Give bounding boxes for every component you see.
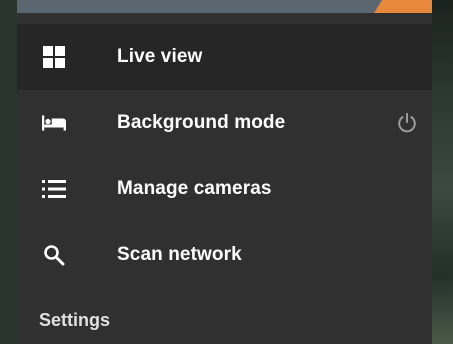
menu-item-scan-network[interactable]: Scan network [17, 222, 432, 288]
header-accent-shape [374, 0, 432, 13]
menu-item-manage-cameras[interactable]: Manage cameras [17, 156, 432, 222]
menu-item-label: Background mode [117, 112, 286, 133]
menu-item-live-view[interactable]: Live view [17, 24, 432, 90]
power-icon[interactable] [393, 109, 421, 137]
background-content-visible-edge[interactable] [432, 0, 453, 344]
settings-section-header: Settings [39, 310, 111, 330]
menu-item-label: Scan network [117, 244, 242, 265]
menu-item-label: Live view [117, 46, 203, 67]
drawer-header [17, 0, 432, 13]
bed-icon [42, 111, 66, 135]
list-icon [42, 177, 66, 201]
grid-icon [42, 45, 66, 69]
search-icon [42, 243, 66, 267]
menu-item-label: Manage cameras [117, 178, 272, 199]
menu-item-background-mode[interactable]: Background mode [17, 90, 432, 156]
navigation-drawer: Live view Background mode Manage cameras… [17, 0, 432, 344]
